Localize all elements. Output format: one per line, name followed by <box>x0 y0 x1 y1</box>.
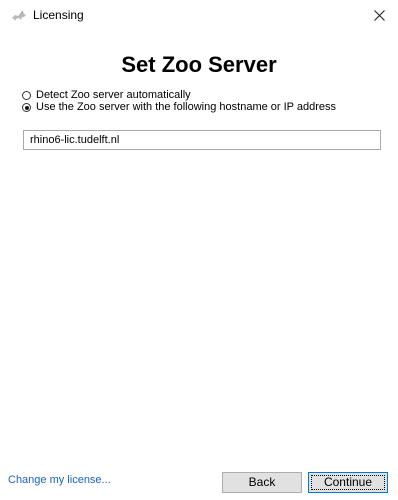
detect-automatically-radio[interactable] <box>22 91 31 100</box>
use-hostname-option[interactable]: Use the Zoo server with the following ho… <box>22 101 336 114</box>
use-hostname-label: Use the Zoo server with the following ho… <box>36 101 337 113</box>
close-button[interactable] <box>362 0 398 31</box>
title-bar: Licensing <box>0 0 398 31</box>
licensing-window: Licensing Set Zoo Server Detect Zoo serv… <box>0 0 398 500</box>
close-icon <box>374 10 385 21</box>
page-title: Set Zoo Server <box>121 52 277 77</box>
use-hostname-radio[interactable] <box>22 103 31 112</box>
rhino-icon <box>11 9 27 23</box>
continue-button[interactable]: Continue <box>308 472 388 493</box>
back-button[interactable]: Back <box>222 472 302 493</box>
change-license-link[interactable]: Change my license... <box>8 474 111 486</box>
window-title: Licensing <box>33 8 84 22</box>
continue-button-label: Continue <box>323 475 373 489</box>
hostname-input[interactable] <box>23 130 381 150</box>
